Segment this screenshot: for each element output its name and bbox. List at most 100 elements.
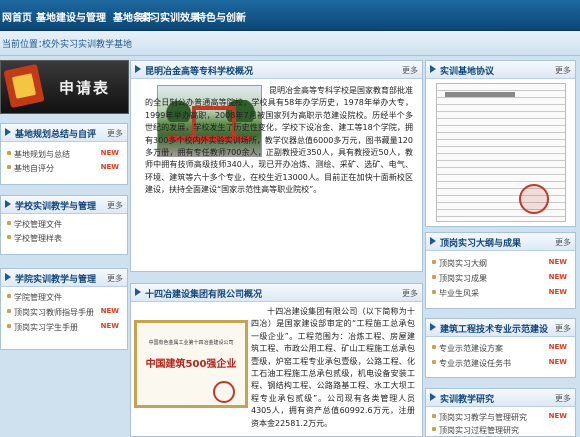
bullet-icon	[7, 221, 11, 225]
list-item[interactable]: 基地规划与总结 NEW	[1, 148, 127, 160]
bullet-icon	[7, 165, 11, 169]
more-link[interactable]: 更多	[107, 273, 123, 284]
arrow-icon	[5, 128, 11, 136]
bullet-icon	[432, 260, 436, 264]
school-overview-title: 昆明冶金高等专科学校概况	[145, 67, 254, 77]
list-item[interactable]: 毕业生风采 NEW	[426, 287, 575, 299]
new-badge: NEW	[100, 149, 119, 157]
certificate-org: 中国有色金属工业第十四冶金建设公司	[148, 340, 234, 346]
list-item[interactable]: 学校管理样表	[1, 232, 127, 244]
agreement-header: 实训基地协议 更多	[426, 61, 575, 79]
planning-panel: 基地规划总结与自评 更多 基地规划与总结 NEW 基地自评分 NEW	[0, 123, 128, 185]
arrow-icon	[430, 65, 436, 73]
college-management-header: 学院实训教学与管理 更多	[1, 269, 127, 287]
document-icon	[3, 63, 45, 109]
school-management-header: 学校实训教学与管理 更多	[1, 196, 127, 214]
new-badge: NEW	[548, 343, 567, 351]
top-nav: 网首页 基地建设与管理 基地条件 实习实训效果 特色与创新	[0, 0, 580, 31]
list-item[interactable]: 顶岗实习教师指导手册 NEW	[1, 306, 127, 318]
list-item[interactable]: 学院管理文件	[1, 291, 127, 303]
nav-training-results[interactable]: 实习实训效果	[140, 9, 200, 24]
arrow-icon	[430, 237, 436, 245]
agreement-title: 实训基地协议	[440, 67, 495, 77]
stamp-icon	[519, 184, 549, 214]
certificate-image: 中国有色金属工业第十四冶金建设公司 中国建筑500强企业	[134, 320, 248, 408]
arrow-icon	[5, 273, 11, 281]
college-management-title: 学院实训教学与管理	[15, 275, 97, 285]
school-management-title: 学校实训教学与管理	[15, 202, 97, 212]
school-overview-panel: 昆明冶金高等专科学校概况 更多 昆明冶金高等专科学校是国家教育部批准的全日制公办…	[130, 60, 423, 272]
bullet-icon	[432, 275, 436, 279]
list-item[interactable]: 学校管理文件	[1, 218, 127, 230]
company-description: 十四冶建设集团有限公司（以下简称为十四冶）是国家建设部审定的“工程施工总承包一级…	[251, 307, 415, 428]
school-management-panel: 学校实训教学与管理 更多 学校管理文件 学校管理样表	[0, 195, 128, 255]
more-link[interactable]: 更多	[402, 288, 418, 299]
arrow-icon	[135, 65, 141, 73]
breadcrumb-path[interactable]: 校外实习实训教学基地	[42, 37, 132, 50]
new-badge: NEW	[548, 358, 567, 366]
more-link[interactable]: 更多	[555, 237, 571, 248]
company-overview-panel: 十四冶建设集团有限公司概况 更多 中国有色金属工业第十四冶金建设公司 中国建筑5…	[130, 283, 423, 437]
new-badge: NEW	[100, 163, 119, 171]
school-overview-header: 昆明冶金高等专科学校概况 更多	[131, 61, 422, 79]
bullet-icon	[7, 294, 11, 298]
outline-header: 顶岗实习大纲与成果 更多	[426, 233, 575, 251]
list-item[interactable]: 基地自评分 NEW	[1, 162, 127, 174]
school-description: 昆明冶金高等专科学校是国家教育部批准的全日制公办普通高等院校，学校具有58年办学…	[145, 86, 413, 195]
certificate-title: 中国建筑500强企业	[145, 359, 237, 370]
agreement-panel: 实训基地协议 更多	[425, 60, 576, 227]
bullet-icon	[432, 290, 436, 294]
more-link[interactable]: 更多	[402, 65, 418, 76]
list-item[interactable]: 顶岗实习大纲 NEW	[426, 257, 575, 269]
list-item[interactable]: 专业示范建设方案 NEW	[426, 342, 575, 354]
bullet-icon	[432, 360, 436, 364]
breadcrumb: 当前位置： 校外实习实训教学基地	[0, 31, 580, 56]
research-panel: 实训教学研究 更多 顶岗实习教学与管理研究 NEW 顶岗实习过程管理研究	[425, 388, 576, 437]
list-item[interactable]: 顶岗实习过程管理研究	[426, 424, 575, 436]
list-item[interactable]: 顶岗实习教学与管理研究 NEW	[426, 411, 575, 423]
outline-title: 顶岗实习大纲与成果	[440, 239, 522, 249]
more-link[interactable]: 更多	[555, 65, 571, 76]
reform-panel: 建筑工程技术专业示范建设 更多 专业示范建设方案 NEW 专业示范建设任务书 NEW	[425, 318, 576, 378]
arrow-icon	[135, 288, 141, 296]
breadcrumb-label: 当前位置：	[2, 40, 48, 50]
list-item[interactable]: 顶岗实习学生手册 NEW	[1, 321, 127, 333]
more-link[interactable]: 更多	[107, 200, 123, 211]
more-link[interactable]: 更多	[555, 323, 571, 334]
apply-form-banner[interactable]: 申请表	[0, 60, 129, 114]
bullet-icon	[7, 324, 11, 328]
nav-home[interactable]: 网首页	[2, 9, 32, 24]
outline-panel: 顶岗实习大纲与成果 更多 顶岗实习大纲 NEW 顶岗实习成果 NEW 毕业生风采 NE…	[425, 232, 576, 309]
apply-form-label: 申请表	[59, 79, 111, 97]
new-badge: NEW	[548, 288, 567, 296]
new-badge: NEW	[548, 412, 567, 420]
bullet-icon	[7, 309, 11, 313]
new-badge: NEW	[100, 322, 119, 330]
college-management-panel: 学院实训教学与管理 更多 学院管理文件 顶岗实习教师指导手册 NEW 顶岗实习学生…	[0, 268, 128, 350]
agreement-document-image[interactable]	[436, 83, 566, 222]
new-badge: NEW	[548, 273, 567, 281]
nav-base-management[interactable]: 基地建设与管理	[36, 9, 106, 24]
reform-header: 建筑工程技术专业示范建设 更多	[426, 319, 575, 337]
planning-panel-header: 基地规划总结与自评 更多	[1, 124, 127, 142]
more-link[interactable]: 更多	[107, 128, 123, 139]
bullet-icon	[432, 345, 436, 349]
bullet-icon	[432, 427, 436, 431]
planning-panel-title: 基地规划总结与自评	[15, 130, 97, 140]
arrow-icon	[5, 200, 11, 208]
research-title: 实训教学研究	[440, 395, 495, 405]
list-item[interactable]: 顶岗实习成果 NEW	[426, 272, 575, 284]
arrow-icon	[430, 393, 436, 401]
bullet-icon	[7, 151, 11, 155]
more-link[interactable]: 更多	[555, 393, 571, 404]
new-badge: NEW	[100, 307, 119, 315]
nav-features[interactable]: 特色与创新	[196, 9, 246, 24]
certificate-seal-icon	[213, 381, 235, 403]
bullet-icon	[7, 235, 11, 239]
company-overview-header: 十四冶建设集团有限公司概况 更多	[131, 284, 422, 302]
research-header: 实训教学研究 更多	[426, 389, 575, 407]
list-item[interactable]: 专业示范建设任务书 NEW	[426, 357, 575, 369]
bullet-icon	[432, 414, 436, 418]
company-overview-title: 十四冶建设集团有限公司概况	[145, 290, 263, 300]
reform-title: 建筑工程技术专业示范建设	[440, 325, 549, 335]
